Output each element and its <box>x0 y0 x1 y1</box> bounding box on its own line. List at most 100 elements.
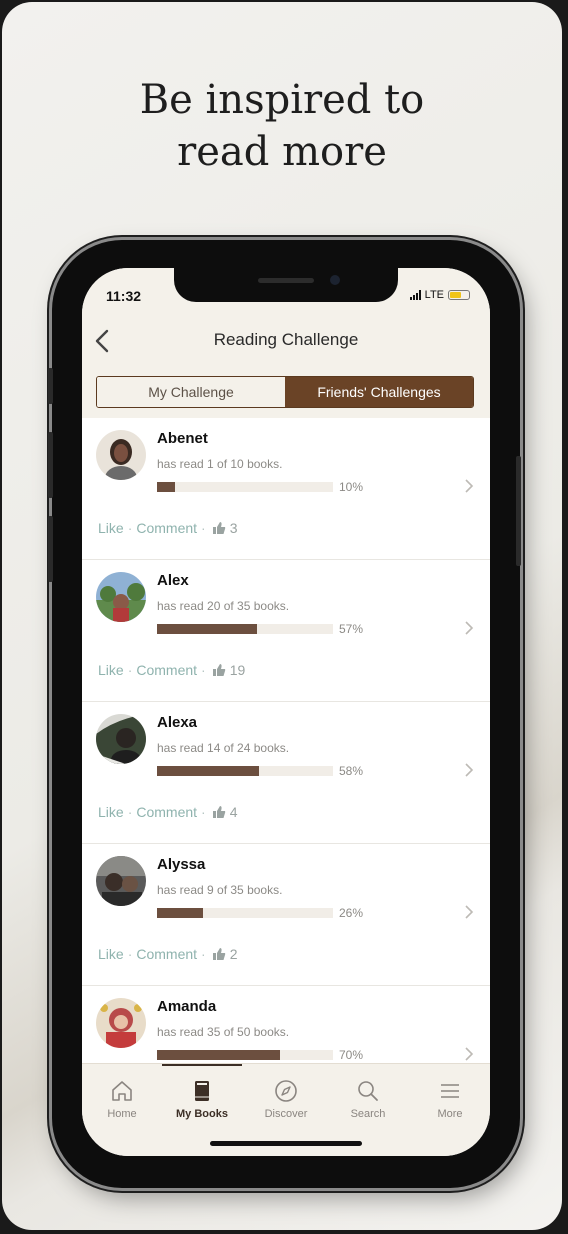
tab-label: Discover <box>264 1108 308 1120</box>
avatar[interactable] <box>96 714 146 764</box>
tab-my-challenge[interactable]: My Challenge <box>97 377 285 407</box>
progress-bar-fill <box>157 624 258 634</box>
chevron-right-icon[interactable] <box>462 904 476 920</box>
friend-name[interactable]: Alyssa <box>157 856 205 873</box>
likes-count: 2 <box>229 946 238 962</box>
page-title: Reading Challenge <box>213 330 359 349</box>
separator: · <box>127 804 133 820</box>
headline-line-1: Be inspired to <box>139 77 425 123</box>
progress-bar <box>157 1050 333 1060</box>
status-time: 11:32 <box>106 288 142 304</box>
list-item[interactable]: Abenet has read 1 of 10 books. 10% Like … <box>82 418 490 560</box>
item-actions: Like · Comment · 19 <box>98 662 245 678</box>
progress-percent: 26% <box>339 906 364 920</box>
volume-up-button <box>48 432 53 498</box>
status-indicators: LTE <box>409 289 470 301</box>
thumbs-up-icon <box>212 522 225 534</box>
challenge-progress-text: has read 1 of 10 books. <box>157 457 283 471</box>
tab-discover[interactable]: Discover <box>246 1078 326 1120</box>
like-link[interactable]: Like <box>98 804 124 820</box>
tab-friends-challenges[interactable]: Friends' Challenges <box>285 377 473 407</box>
tab-label: My Books <box>176 1108 228 1120</box>
list-item[interactable]: Amanda has read 35 of 50 books. 70% <box>82 986 490 1063</box>
thumbs-up-icon <box>212 806 225 818</box>
headline-line-2: read more <box>177 129 387 175</box>
compass-icon <box>275 1080 297 1102</box>
progress-percent: 10% <box>339 480 364 494</box>
signal-icon <box>409 290 421 300</box>
challenge-segmented-control: My Challenge Friends' Challenges <box>96 376 474 408</box>
progress-percent: 58% <box>339 764 364 778</box>
tab-label: Home <box>107 1108 137 1120</box>
network-label: LTE <box>424 289 444 301</box>
item-actions: Like · Comment · 2 <box>98 946 238 962</box>
menu-icon <box>441 1084 459 1098</box>
progress-percent: 70% <box>339 1048 364 1062</box>
battery-icon <box>448 290 470 300</box>
like-link[interactable]: Like <box>98 520 124 536</box>
friend-name[interactable]: Alex <box>157 572 189 589</box>
likes-count: 4 <box>229 804 238 820</box>
separator: · <box>201 946 206 962</box>
mute-switch <box>48 368 53 404</box>
challenge-progress-text: has read 20 of 35 books. <box>157 599 290 613</box>
chevron-right-icon[interactable] <box>462 1046 476 1062</box>
tab-search[interactable]: Search <box>328 1078 408 1120</box>
like-link[interactable]: Like <box>98 946 124 962</box>
challenge-progress-text: has read 35 of 50 books. <box>157 1025 290 1039</box>
list-item[interactable]: Alexa has read 14 of 24 books. 58% Like … <box>82 702 490 844</box>
challenge-progress-text: has read 9 of 35 books. <box>157 883 283 897</box>
friend-name[interactable]: Amanda <box>157 998 216 1015</box>
avatar[interactable] <box>96 572 146 622</box>
chevron-right-icon[interactable] <box>462 762 476 778</box>
home-indicator[interactable] <box>210 1141 362 1146</box>
friend-name[interactable]: Abenet <box>157 430 208 447</box>
chevron-right-icon[interactable] <box>462 478 476 494</box>
power-button <box>516 456 521 566</box>
like-link[interactable]: Like <box>98 662 124 678</box>
separator: · <box>127 662 133 678</box>
comment-link[interactable]: Comment <box>136 520 197 536</box>
progress-bar-fill <box>157 908 203 918</box>
progress-bar <box>157 624 333 634</box>
list-item[interactable]: Alex has read 20 of 35 books. 57% Like ·… <box>82 560 490 702</box>
tab-home[interactable]: Home <box>82 1078 162 1120</box>
list-item[interactable]: Alyssa has read 9 of 35 books. 26% Like … <box>82 844 490 986</box>
comment-link[interactable]: Comment <box>136 662 197 678</box>
likes-count: 19 <box>229 662 246 678</box>
comment-link[interactable]: Comment <box>136 946 197 962</box>
separator: · <box>127 520 133 536</box>
comment-link[interactable]: Comment <box>136 804 197 820</box>
avatar[interactable] <box>96 998 146 1048</box>
progress-percent: 57% <box>339 622 364 636</box>
thumbs-up-icon <box>212 948 225 960</box>
chevron-right-icon[interactable] <box>462 620 476 636</box>
home-icon <box>112 1081 132 1101</box>
avatar[interactable] <box>96 856 146 906</box>
progress-bar <box>157 766 333 776</box>
separator: · <box>201 662 206 678</box>
avatar[interactable] <box>96 430 146 480</box>
speaker <box>258 278 314 283</box>
phone-screen: 11:32 LTE Reading Challenge My Challenge… <box>82 268 490 1156</box>
thumbs-up-icon <box>212 664 225 676</box>
volume-down-button <box>48 516 53 582</box>
tab-more[interactable]: More <box>410 1078 490 1120</box>
separator: · <box>201 520 206 536</box>
item-actions: Like · Comment · 4 <box>98 804 238 820</box>
search-icon <box>358 1081 378 1101</box>
progress-bar <box>157 908 333 918</box>
bottom-tab-bar: Home My Books Discover Search More <box>82 1063 490 1156</box>
progress-bar <box>157 482 333 492</box>
separator: · <box>201 804 206 820</box>
separator: · <box>127 946 133 962</box>
promo-headline: Be inspired to read more <box>2 74 562 178</box>
tab-label: Search <box>350 1108 386 1120</box>
progress-bar-fill <box>157 1050 281 1060</box>
tab-my-books[interactable]: My Books <box>162 1078 242 1120</box>
friends-challenge-feed: Abenet has read 1 of 10 books. 10% Like … <box>82 418 490 1063</box>
book-icon <box>195 1081 209 1101</box>
friend-name[interactable]: Alexa <box>157 714 197 731</box>
front-camera <box>330 275 340 285</box>
likes-count: 3 <box>229 520 238 536</box>
